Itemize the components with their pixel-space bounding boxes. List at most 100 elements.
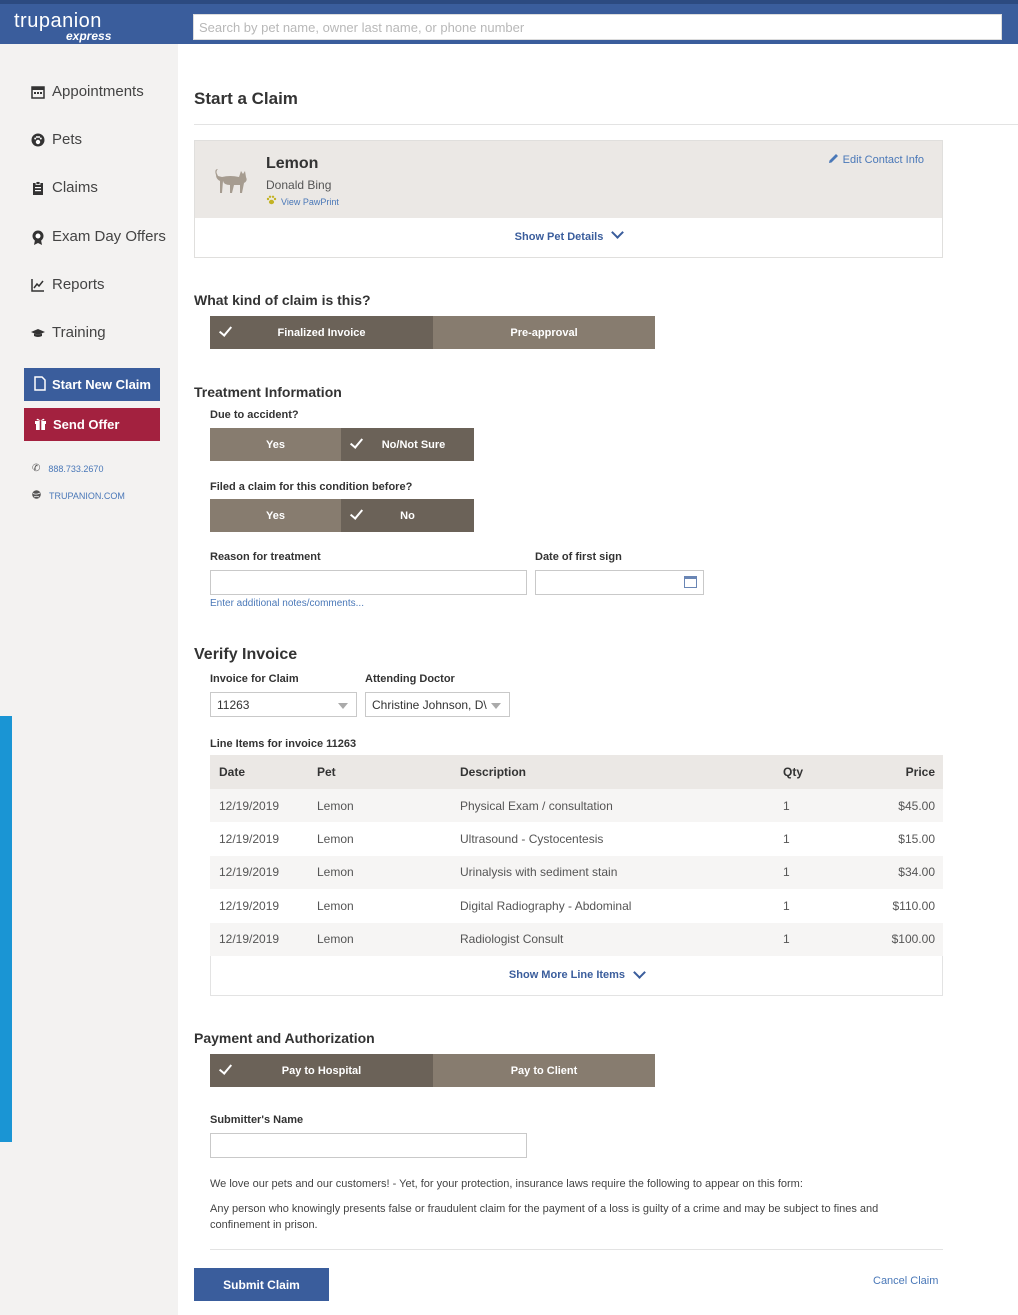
- sidebar-item-label: Pets: [52, 131, 83, 148]
- show-more-label: Show More Line Items: [508, 969, 626, 982]
- filed-before-toggle: Yes No: [210, 499, 474, 532]
- verify-invoice-heading: Verify Invoice: [194, 646, 298, 663]
- calendar-picker-icon[interactable]: [684, 576, 697, 588]
- attending-doctor-select[interactable]: Christine Johnson, D\: [365, 692, 510, 717]
- chart-icon: [31, 278, 45, 292]
- filed-option-no[interactable]: No: [341, 499, 474, 532]
- cell-pet: Lemon: [317, 932, 354, 947]
- accident-option-yes[interactable]: Yes: [210, 428, 341, 461]
- document-icon: [34, 375, 46, 394]
- show-more-line-items-toggle[interactable]: Show More Line Items: [210, 955, 943, 996]
- phone-number: 888.733.2670: [48, 463, 104, 474]
- search-input[interactable]: [193, 14, 1002, 40]
- sidebar-item-reports[interactable]: Reports: [31, 276, 105, 293]
- cancel-claim-link[interactable]: Cancel Claim: [873, 1275, 938, 1287]
- phone-link[interactable]: ✆ 888.733.2670: [32, 463, 103, 474]
- claim-kind-heading: What kind of claim is this?: [194, 292, 371, 308]
- pencil-icon: [828, 153, 839, 167]
- check-icon: [218, 323, 233, 337]
- cell-description: Ultrasound - Cystocentesis: [460, 832, 604, 847]
- page-title: Start a Claim: [194, 89, 298, 108]
- legal-notice-intro: We love our pets and our customers! - Ye…: [210, 1178, 803, 1190]
- option-finalized-invoice[interactable]: Finalized Invoice: [210, 316, 433, 349]
- check-icon: [349, 435, 364, 449]
- website-text: TRUPANION.COM: [49, 491, 125, 501]
- divider: [210, 1249, 943, 1250]
- chevron-down-icon: [611, 226, 625, 239]
- cell-date: 12/19/2019: [219, 832, 280, 847]
- submitter-name-input[interactable]: [210, 1133, 527, 1158]
- edit-contact-label: Edit Contact Info: [842, 154, 924, 166]
- cat-icon: [212, 163, 250, 200]
- pet-card-header: Lemon Donald Bing View PawPrint Edit Con…: [195, 141, 942, 218]
- main-content: Start a Claim Lemon Donald Bing View Paw…: [178, 44, 1018, 1315]
- sidebar-item-appointments[interactable]: Appointments: [31, 83, 144, 100]
- sidebar-item-claims[interactable]: Claims: [31, 179, 98, 196]
- sidebar-item-label: Exam Day Offers: [52, 228, 166, 245]
- invoice-select-value: 11263: [217, 698, 250, 712]
- filed-option-yes[interactable]: Yes: [210, 499, 341, 532]
- table-row: 12/19/2019 Lemon Physical Exam / consult…: [210, 789, 943, 823]
- cell-price: $100.00: [891, 932, 935, 947]
- edit-contact-info-link[interactable]: Edit Contact Info: [828, 153, 924, 167]
- show-pet-details-label: Show Pet Details: [514, 231, 604, 243]
- option-pay-to-client[interactable]: Pay to Client: [433, 1054, 655, 1087]
- sidebar-item-training[interactable]: Training: [31, 324, 106, 341]
- treatment-heading: Treatment Information: [194, 384, 342, 400]
- caret-down-icon: [338, 703, 348, 709]
- reason-for-treatment-input[interactable]: [210, 570, 527, 595]
- paw-icon: [31, 133, 45, 147]
- website-link[interactable]: TRUPANION.COM: [32, 490, 125, 502]
- option-label: Yes: [266, 509, 285, 522]
- date-first-sign-input[interactable]: [535, 570, 704, 595]
- sidebar-item-exam-day-offers[interactable]: Exam Day Offers: [31, 228, 166, 245]
- option-label: Pay to Hospital: [281, 1064, 362, 1077]
- cell-description: Radiologist Consult: [460, 932, 564, 947]
- sidebar-item-label: Claims: [52, 179, 98, 196]
- legal-notice-fraud: Any person who knowingly presents false …: [210, 1203, 879, 1231]
- option-pre-approval[interactable]: Pre-approval: [433, 316, 655, 349]
- calendar-icon: [31, 85, 45, 99]
- cell-qty: 1: [783, 898, 790, 913]
- globe-icon: [32, 490, 41, 502]
- show-pet-details-toggle[interactable]: Show Pet Details: [195, 226, 942, 243]
- cell-date: 12/19/2019: [219, 898, 280, 913]
- ribbon-icon: [31, 230, 45, 245]
- table-row: 12/19/2019 Lemon Digital Radiography - A…: [210, 889, 943, 923]
- submitter-name-label: Submitter's Name: [210, 1114, 304, 1126]
- cell-pet: Lemon: [317, 832, 354, 847]
- column-header-qty: Qty: [783, 765, 804, 779]
- accent-strip: [0, 716, 12, 1142]
- graduation-cap-icon: [31, 326, 45, 340]
- cell-description: Digital Radiography - Abdominal: [460, 898, 632, 913]
- additional-notes-link[interactable]: Enter additional notes/comments...: [210, 598, 364, 609]
- attending-doctor-label: Attending Doctor: [365, 673, 455, 685]
- view-pawprint-link[interactable]: View PawPrint: [266, 195, 339, 208]
- cell-pet: Lemon: [317, 865, 354, 880]
- sidebar-item-pets[interactable]: Pets: [31, 131, 82, 148]
- trupanion-logo[interactable]: trupanion express: [14, 10, 164, 43]
- option-label: Finalized Invoice: [277, 326, 366, 339]
- option-pay-to-hospital[interactable]: Pay to Hospital: [210, 1054, 433, 1087]
- payment-heading: Payment and Authorization: [194, 1030, 375, 1046]
- option-label: Pay to Client: [510, 1064, 578, 1077]
- top-bar: trupanion express: [0, 0, 1018, 44]
- cell-date: 12/19/2019: [219, 932, 280, 947]
- doctor-select-value: Christine Johnson, D\: [372, 698, 487, 712]
- payment-toggle: Pay to Hospital Pay to Client: [210, 1054, 655, 1087]
- option-label: No: [400, 509, 415, 522]
- invoice-select[interactable]: 11263: [210, 692, 357, 717]
- sidebar-item-label: Appointments: [52, 83, 144, 100]
- start-new-claim-button[interactable]: Start New Claim: [24, 368, 160, 401]
- accident-toggle: Yes No/Not Sure: [210, 428, 474, 461]
- table-row: 12/19/2019 Lemon Urinalysis with sedimen…: [210, 855, 943, 890]
- send-offer-button[interactable]: Send Offer: [24, 408, 160, 441]
- caret-down-icon: [491, 703, 501, 709]
- column-header-pet: Pet: [317, 765, 336, 779]
- claim-kind-toggle: Finalized Invoice Pre-approval: [210, 316, 655, 349]
- column-header-price: Price: [905, 765, 935, 779]
- cell-pet: Lemon: [317, 898, 354, 913]
- submit-claim-button[interactable]: Submit Claim: [194, 1268, 329, 1301]
- cell-qty: 1: [783, 798, 790, 813]
- accident-option-no-not-sure[interactable]: No/Not Sure: [341, 428, 474, 461]
